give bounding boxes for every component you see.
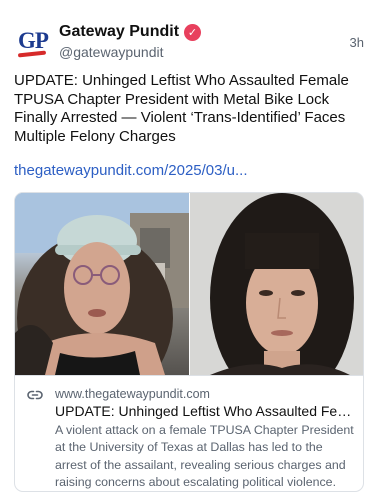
author-name-row: Gateway Pundit ✓ bbox=[59, 23, 202, 41]
avatar[interactable]: GP bbox=[14, 22, 52, 60]
author-handle[interactable]: @gatewaypundit bbox=[59, 44, 164, 60]
link-icon bbox=[27, 390, 43, 400]
link-preview-meta: www.thegatewaypundit.com UPDATE: Unhinge… bbox=[15, 375, 363, 491]
post-card[interactable]: GP Gateway Pundit ✓ @gatewaypundit 3h UP… bbox=[0, 0, 378, 500]
preview-photo-right bbox=[190, 193, 363, 375]
verified-badge-icon: ✓ bbox=[184, 23, 202, 41]
preview-description: A violent attack on a female TPUSA Chapt… bbox=[55, 423, 354, 489]
link-preview-card[interactable]: www.thegatewaypundit.com UPDATE: Unhinge… bbox=[14, 192, 364, 492]
link-preview-image[interactable] bbox=[15, 193, 363, 375]
preview-title[interactable]: UPDATE: Unhinged Leftist Who Assaulted F… bbox=[55, 403, 355, 419]
post-timestamp[interactable]: 3h bbox=[350, 35, 364, 50]
preview-domain: www.thegatewaypundit.com bbox=[55, 387, 210, 401]
preview-photo-left bbox=[15, 193, 189, 375]
author-display-name[interactable]: Gateway Pundit bbox=[59, 23, 179, 41]
post-text: UPDATE: Unhinged Leftist Who Assaulted F… bbox=[14, 72, 349, 145]
post-header: GP Gateway Pundit ✓ @gatewaypundit 3h bbox=[14, 20, 364, 60]
post-link[interactable]: thegatewaypundit.com/2025/03/u... bbox=[14, 162, 248, 179]
